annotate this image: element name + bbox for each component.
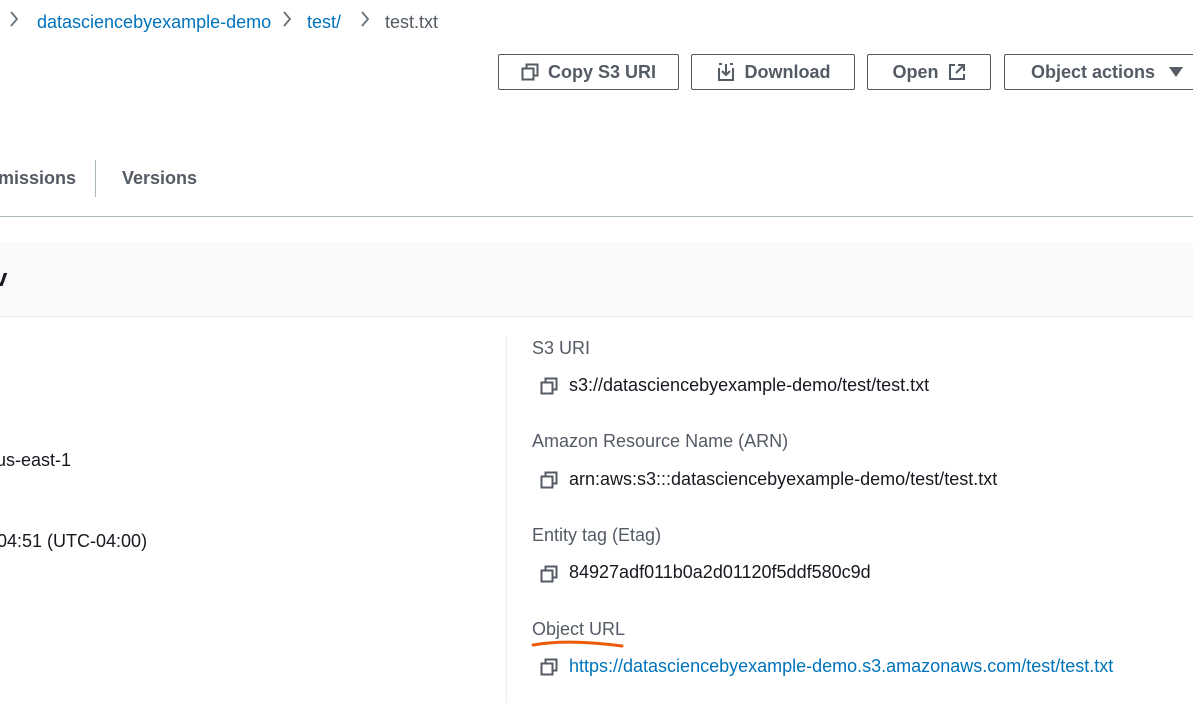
download-button[interactable]: Download <box>691 54 855 90</box>
copy-icon[interactable] <box>540 471 558 489</box>
chevron-right-icon <box>360 10 370 33</box>
arn-value: arn:aws:s3:::datasciencebyexample-demo/t… <box>569 469 998 489</box>
breadcrumb-current: test.txt <box>385 12 439 32</box>
etag-value: 84927adf011b0a2d01120f5ddf580c9d <box>569 562 871 582</box>
tab-versions[interactable]: Versions <box>122 168 197 189</box>
copy-icon[interactable] <box>540 377 558 395</box>
s3-uri-value: s3://datasciencebyexample-demo/test/test… <box>569 375 930 395</box>
copy-icon <box>521 63 539 81</box>
column-divider <box>506 336 507 703</box>
object-url-link[interactable]: https://datasciencebyexample-demo.s3.ama… <box>569 656 1113 677</box>
tabs-underline <box>0 216 1193 217</box>
s3-uri-label: S3 URI <box>532 338 591 358</box>
external-link-icon <box>948 63 966 81</box>
copy-s3-uri-button[interactable]: Copy S3 URI <box>498 54 679 90</box>
breadcrumb-link-bucket[interactable]: datasciencebyexample-demo <box>37 12 271 33</box>
caret-down-icon <box>1169 66 1184 78</box>
chevron-right-icon <box>9 10 19 33</box>
copy-icon[interactable] <box>540 658 558 676</box>
open-label: Open <box>892 61 939 82</box>
tab-permissions[interactable]: missions <box>0 168 76 189</box>
last-modified-value: 04:51 (UTC-04:00) <box>0 531 148 551</box>
arn-label: Amazon Resource Name (ARN) <box>532 431 789 451</box>
copy-s3-uri-label: Copy S3 URI <box>547 61 657 82</box>
download-icon <box>716 62 736 82</box>
tab-divider <box>95 160 96 197</box>
copy-icon[interactable] <box>540 565 558 583</box>
panel-title: v <box>0 265 8 292</box>
download-label: Download <box>744 61 831 82</box>
annotation-underline <box>530 637 626 656</box>
etag-label: Entity tag (Etag) <box>532 525 662 545</box>
object-actions-label: Object actions <box>1031 61 1156 82</box>
region-value: us-east-1 <box>0 450 72 470</box>
breadcrumb-link-folder[interactable]: test/ <box>307 12 341 33</box>
chevron-right-icon <box>282 10 292 33</box>
open-button[interactable]: Open <box>867 54 991 90</box>
object-actions-button[interactable]: Object actions <box>1004 54 1193 90</box>
panel-header <box>0 242 1193 317</box>
